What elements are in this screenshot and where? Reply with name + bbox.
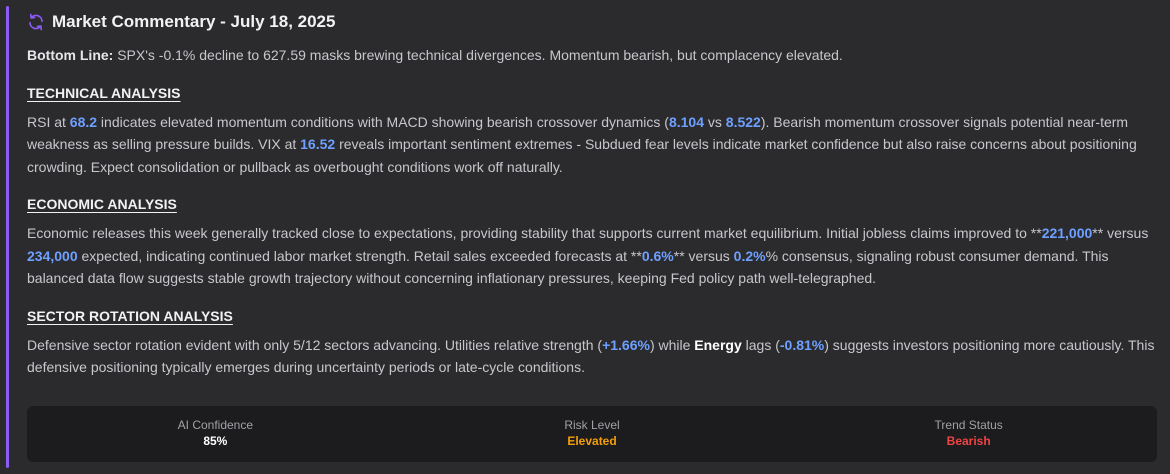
page-title: Market Commentary - July 18, 2025 <box>52 12 336 31</box>
accent-bar <box>6 6 9 468</box>
metric-value: Bearish <box>946 434 991 448</box>
sector-rotation-heading: SECTOR ROTATION ANALYSIS <box>27 307 233 324</box>
metric-ai-confidence: AI Confidence 85% <box>27 406 404 462</box>
retail-sales-value: 0.6% <box>641 247 674 264</box>
jobless-claims-expected: 234,000 <box>27 247 78 264</box>
metric-label: AI Confidence <box>177 418 254 432</box>
metric-label: Risk Level <box>564 418 620 432</box>
jobless-claims-value: 221,000 <box>1041 225 1093 241</box>
text-span: indicates elevated momentum conditions w… <box>97 113 669 130</box>
text-span: RSI at <box>27 113 70 130</box>
economic-analysis-text: Economic releases this week generally tr… <box>27 222 1157 290</box>
economic-analysis-heading: ECONOMIC ANALYSIS <box>27 196 177 212</box>
macd-signal-value: 8.522 <box>725 113 761 130</box>
commentary-body: Bottom Line: SPX's -0.1% decline to 627.… <box>27 44 1157 396</box>
metric-trend-status: Trend Status Bearish <box>780 406 1157 462</box>
sector-rotation-text: Defensive sector rotation evident with o… <box>27 334 1157 379</box>
text-span: vs <box>704 113 726 130</box>
bottom-line: Bottom Line: SPX's -0.1% decline to 627.… <box>27 44 1157 67</box>
vix-value: 16.52 <box>300 136 336 152</box>
text-span: ** versus <box>673 247 734 264</box>
macd-value: 8.104 <box>668 113 705 130</box>
utilities-value: +1.66% <box>602 336 650 353</box>
card-header: Market Commentary - July 18, 2025 <box>27 10 335 34</box>
energy-label: Energy <box>694 336 742 353</box>
metric-value: 85% <box>203 434 228 448</box>
rsi-value: 68.2 <box>69 113 98 130</box>
metric-label: Trend Status <box>934 418 1003 432</box>
text-span: Defensive sector rotation evident with o… <box>27 336 603 353</box>
metric-value: Elevated <box>567 434 617 448</box>
technical-analysis-text: RSI at 68.2 indicates elevated momentum … <box>27 111 1157 179</box>
technical-analysis-heading: TECHNICAL ANALYSIS <box>27 84 181 101</box>
metrics-panel: AI Confidence 85% Risk Level Elevated Tr… <box>27 406 1157 462</box>
text-span: ) while <box>649 336 695 353</box>
commentary-card: Market Commentary - July 18, 2025 Bottom… <box>0 0 1170 474</box>
retail-sales-expected: 0.2% <box>733 247 766 264</box>
metric-risk-level: Risk Level Elevated <box>404 406 781 462</box>
energy-value: -0.81% <box>779 336 825 353</box>
text-span: expected, indicating continued labor mar… <box>77 247 642 264</box>
text-span: Economic releases this week generally tr… <box>27 225 1042 241</box>
bottom-line-label: Bottom Line: <box>27 47 114 63</box>
text-span: ** versus <box>1092 225 1149 241</box>
bottom-line-text: SPX's -0.1% decline to 627.59 masks brew… <box>113 47 843 63</box>
text-span: lags ( <box>741 336 780 353</box>
refresh-icon[interactable] <box>27 13 45 31</box>
